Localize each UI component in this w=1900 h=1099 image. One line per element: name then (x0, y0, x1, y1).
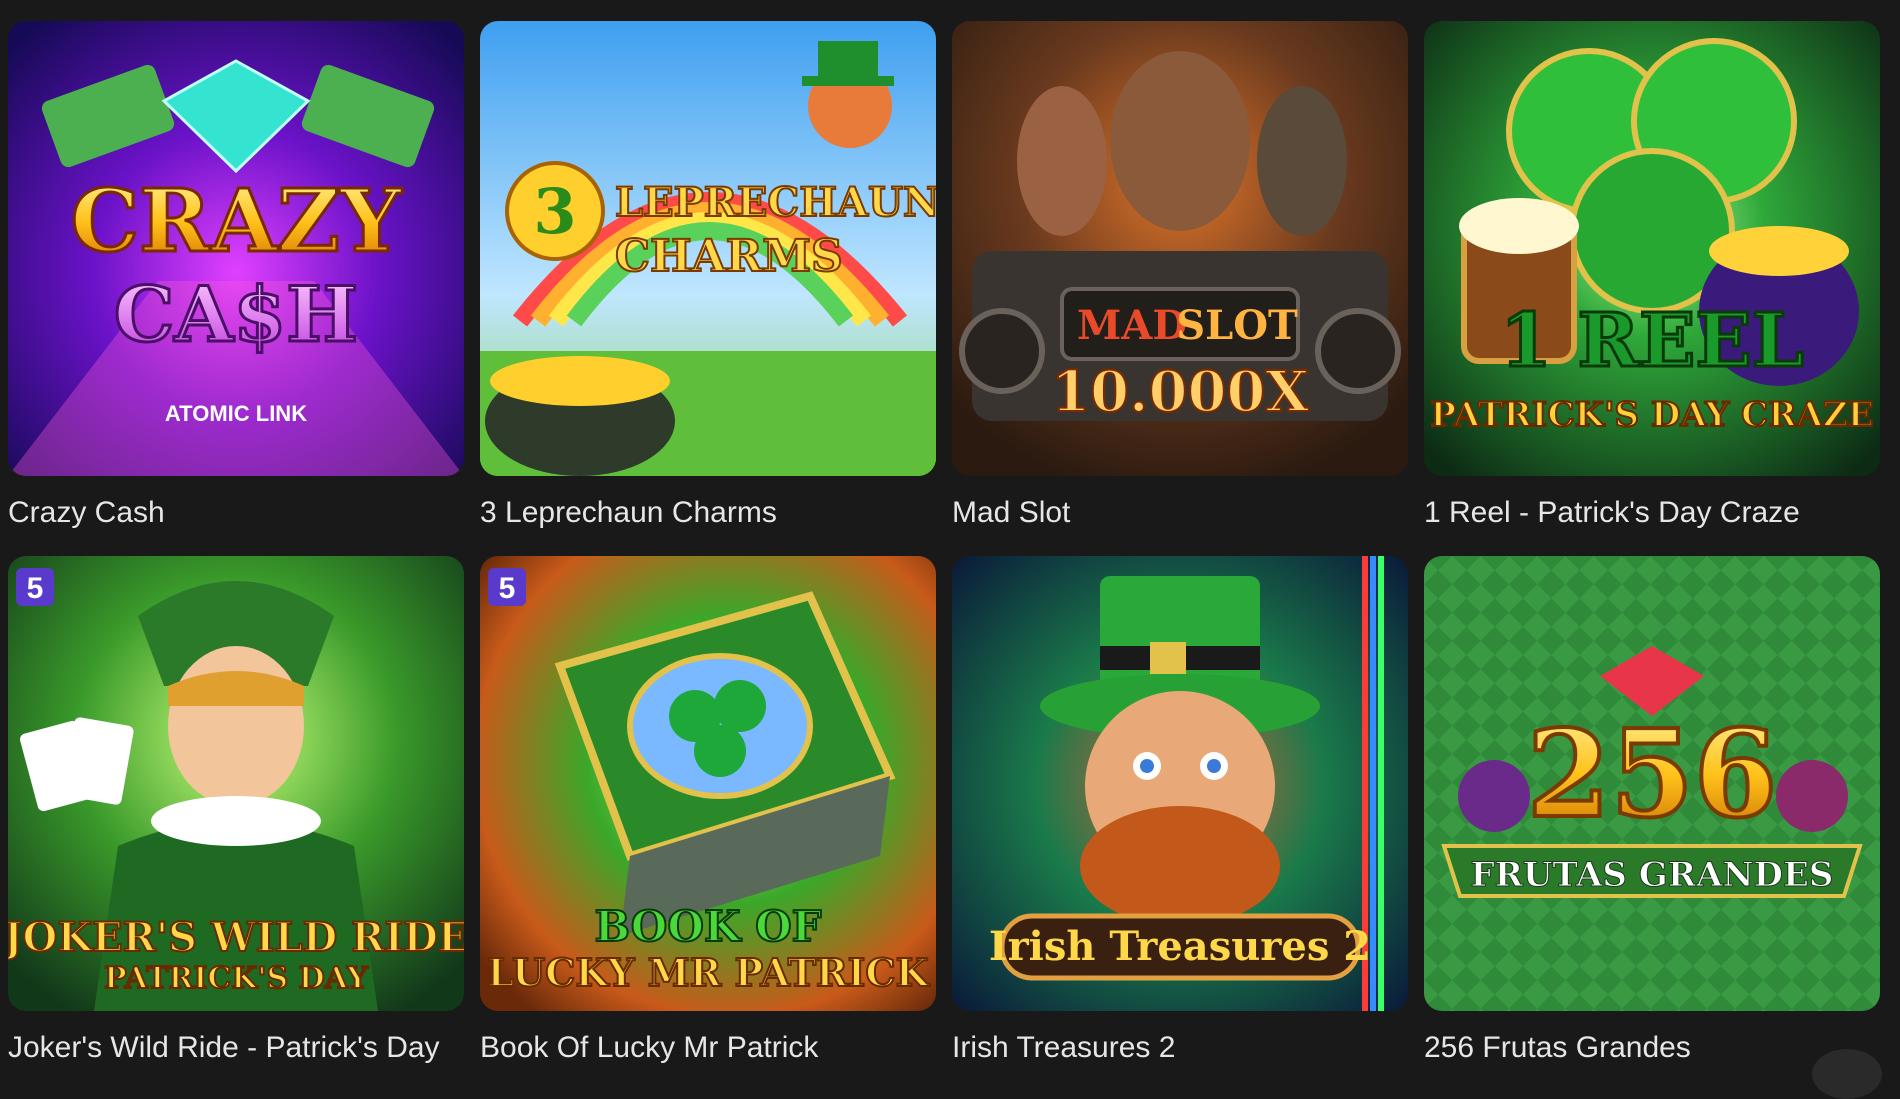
svg-text:CA$H: CA$H (114, 270, 358, 359)
game-tile-book-of-lucky-mr-patrick[interactable]: BOOK OF LUCKY MR PATRICK 5 Book Of Lucky… (480, 556, 936, 1091)
book-icon: BOOK OF LUCKY MR PATRICK 5 (480, 556, 936, 1011)
game-title[interactable]: Crazy Cash (8, 493, 165, 533)
game-thumbnail[interactable]: BOOK OF LUCKY MR PATRICK 5 (480, 556, 936, 1011)
game-title[interactable]: 256 Frutas Grandes (1424, 1028, 1691, 1068)
game-title[interactable]: 1 Reel - Patrick's Day Craze (1424, 493, 1800, 533)
game-tile-crazy-cash[interactable]: CRAZY CA$H ATOMIC LINK Crazy Cash (8, 21, 464, 556)
jester-icon: JOKER'S WILD RIDE PATRICK'S DAY 5 (8, 556, 464, 1011)
svg-text:FRUTAS GRANDES: FRUTAS GRANDES (1471, 855, 1834, 895)
game-tile-mad-slot[interactable]: MAD SLOT 10.000X Mad Slot (952, 21, 1408, 556)
game-thumbnail[interactable]: 256 FRUTAS GRANDES (1424, 556, 1880, 1011)
diamond-icon: CRAZY CA$H ATOMIC LINK (8, 21, 464, 476)
game-tile-3-leprechaun-charms[interactable]: 3 LEPRECHAUN CHARMS 3 Leprechaun Charms (480, 21, 936, 556)
svg-text:SLOT: SLOT (1176, 302, 1298, 349)
svg-text:BOOK OF: BOOK OF (595, 902, 822, 951)
svg-text:Irish Treasures 2: Irish Treasures 2 (989, 923, 1371, 970)
leprechaun-face-icon: Irish Treasures 2 (952, 556, 1408, 1011)
game-tile-256-frutas-grandes[interactable]: 256 FRUTAS GRANDES 256 Frutas Grandes (1424, 556, 1880, 1091)
fruits-icon: 256 FRUTAS GRANDES (1424, 556, 1880, 1011)
svg-text:256: 256 (1527, 704, 1778, 845)
svg-text:CHARMS: CHARMS (615, 231, 843, 282)
svg-text:LEPRECHAUN: LEPRECHAUN (615, 179, 936, 226)
svg-text:1 REEL: 1 REEL (1500, 298, 1804, 384)
svg-text:JOKER'S WILD RIDE: JOKER'S WILD RIDE (8, 914, 464, 961)
game-title[interactable]: Irish Treasures 2 (952, 1028, 1175, 1068)
svg-text:5: 5 (499, 572, 516, 605)
clover-icon: 1 REEL PATRICK'S DAY CRAZE (1424, 21, 1880, 476)
game-grid: CRAZY CA$H ATOMIC LINK Crazy Cash (8, 21, 1888, 1091)
svg-text:CRAZY: CRAZY (71, 171, 403, 272)
game-thumbnail[interactable]: MAD SLOT 10.000X (952, 21, 1408, 476)
svg-text:LUCKY MR PATRICK: LUCKY MR PATRICK (487, 950, 930, 995)
svg-text:PATRICK'S DAY CRAZE: PATRICK'S DAY CRAZE (1430, 395, 1873, 435)
scroll-to-top-button[interactable] (1812, 1049, 1882, 1099)
svg-text:PATRICK'S DAY: PATRICK'S DAY (104, 961, 368, 996)
warriors-icon: MAD SLOT 10.000X (952, 21, 1408, 476)
svg-text:3: 3 (533, 175, 576, 248)
game-thumbnail[interactable]: JOKER'S WILD RIDE PATRICK'S DAY 5 (8, 556, 464, 1011)
game-title[interactable]: Book Of Lucky Mr Patrick (480, 1028, 818, 1068)
game-thumbnail[interactable]: Irish Treasures 2 (952, 556, 1408, 1011)
game-tile-irish-treasures-2[interactable]: Irish Treasures 2 Irish Treasures 2 (952, 556, 1408, 1091)
game-tile-1-reel-patricks-day-craze[interactable]: 1 REEL PATRICK'S DAY CRAZE 1 Reel - Patr… (1424, 21, 1880, 556)
game-title[interactable]: Joker's Wild Ride - Patrick's Day (8, 1028, 440, 1068)
game-tile-jokers-wild-ride-patricks-day[interactable]: JOKER'S WILD RIDE PATRICK'S DAY 5 Joker'… (8, 556, 464, 1091)
game-title[interactable]: Mad Slot (952, 493, 1070, 533)
svg-text:5: 5 (27, 572, 44, 605)
svg-text:10.000X: 10.000X (1051, 359, 1309, 425)
svg-text:ATOMIC LINK: ATOMIC LINK (165, 401, 307, 426)
svg-text:MAD: MAD (1077, 302, 1187, 349)
leprechaun-icon: 3 LEPRECHAUN CHARMS (480, 21, 936, 476)
game-thumbnail[interactable]: CRAZY CA$H ATOMIC LINK (8, 21, 464, 476)
game-title[interactable]: 3 Leprechaun Charms (480, 493, 777, 533)
game-thumbnail[interactable]: 3 LEPRECHAUN CHARMS (480, 21, 936, 476)
game-thumbnail[interactable]: 1 REEL PATRICK'S DAY CRAZE (1424, 21, 1880, 476)
